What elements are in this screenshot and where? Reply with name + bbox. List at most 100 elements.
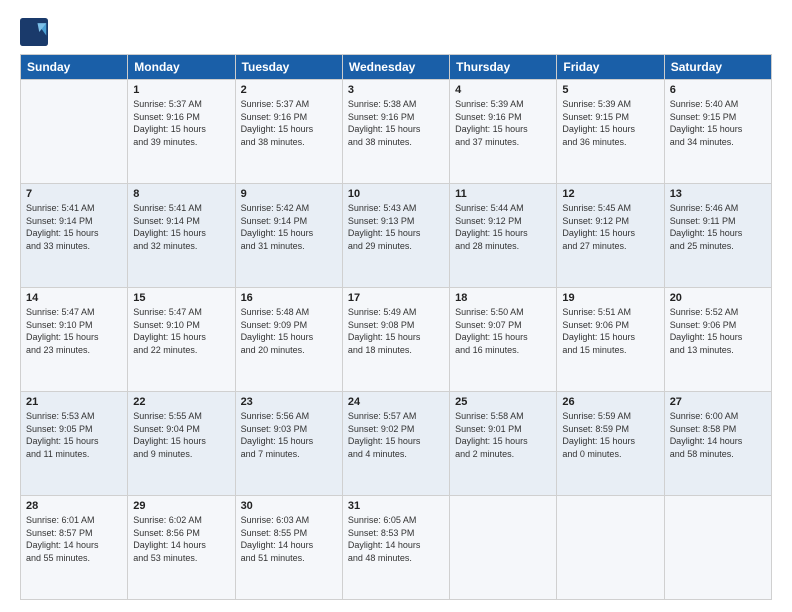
calendar-cell: 31 Sunrise: 6:05 AM Sunset: 8:53 PM Dayli… — [342, 496, 449, 600]
day-number: 31 — [348, 500, 444, 512]
header-row: SundayMondayTuesdayWednesdayThursdayFrid… — [21, 55, 772, 80]
day-number: 28 — [26, 500, 122, 512]
day-info: Sunrise: 6:01 AM Sunset: 8:57 PM Dayligh… — [26, 514, 122, 564]
day-info: Sunrise: 5:55 AM Sunset: 9:04 PM Dayligh… — [133, 410, 229, 460]
calendar-week: 1 Sunrise: 5:37 AM Sunset: 9:16 PM Daylig… — [21, 80, 772, 184]
day-number: 10 — [348, 188, 444, 200]
calendar-cell: 26 Sunrise: 5:59 AM Sunset: 8:59 PM Dayli… — [557, 392, 664, 496]
day-info: Sunrise: 5:42 AM Sunset: 9:14 PM Dayligh… — [241, 202, 337, 252]
calendar-cell: 8 Sunrise: 5:41 AM Sunset: 9:14 PM Daylig… — [128, 184, 235, 288]
day-number: 16 — [241, 292, 337, 304]
day-info: Sunrise: 5:48 AM Sunset: 9:09 PM Dayligh… — [241, 306, 337, 356]
day-number: 27 — [670, 396, 766, 408]
day-info: Sunrise: 5:46 AM Sunset: 9:11 PM Dayligh… — [670, 202, 766, 252]
header-day: Sunday — [21, 55, 128, 80]
calendar-cell: 24Sunrise: 5:57 AM Sunset: 9:02 PM Dayli… — [342, 392, 449, 496]
day-info: Sunrise: 5:39 AM Sunset: 9:15 PM Dayligh… — [562, 98, 658, 148]
calendar-cell: 11Sunrise: 5:44 AM Sunset: 9:12 PM Dayli… — [450, 184, 557, 288]
day-info: Sunrise: 6:03 AM Sunset: 8:55 PM Dayligh… — [241, 514, 337, 564]
day-info: Sunrise: 5:59 AM Sunset: 8:59 PM Dayligh… — [562, 410, 658, 460]
day-number: 19 — [562, 292, 658, 304]
day-info: Sunrise: 5:41 AM Sunset: 9:14 PM Dayligh… — [133, 202, 229, 252]
day-info: Sunrise: 6:02 AM Sunset: 8:56 PM Dayligh… — [133, 514, 229, 564]
day-number: 9 — [241, 188, 337, 200]
day-number: 8 — [133, 188, 229, 200]
day-number: 26 — [562, 396, 658, 408]
calendar-cell — [21, 80, 128, 184]
day-number: 4 — [455, 84, 551, 96]
calendar-week: 28 Sunrise: 6:01 AM Sunset: 8:57 PM Dayli… — [21, 496, 772, 600]
day-info: Sunrise: 5:43 AM Sunset: 9:13 PM Dayligh… — [348, 202, 444, 252]
day-info: Sunrise: 5:49 AM Sunset: 9:08 PM Dayligh… — [348, 306, 444, 356]
day-number: 14 — [26, 292, 122, 304]
calendar-cell: 13 Sunrise: 5:46 AM Sunset: 9:11 PM Dayli… — [664, 184, 771, 288]
day-info: Sunrise: 5:45 AM Sunset: 9:12 PM Dayligh… — [562, 202, 658, 252]
calendar-cell: 23 Sunrise: 5:56 AM Sunset: 9:03 PM Dayli… — [235, 392, 342, 496]
calendar-cell — [664, 496, 771, 600]
logo-icon — [20, 18, 48, 46]
day-info: Sunrise: 5:37 AM Sunset: 9:16 PM Dayligh… — [133, 98, 229, 148]
day-info: Sunrise: 5:41 AM Sunset: 9:14 PM Dayligh… — [26, 202, 122, 252]
calendar-week: 14 Sunrise: 5:47 AM Sunset: 9:10 PM Dayli… — [21, 288, 772, 392]
day-info: Sunrise: 5:38 AM Sunset: 9:16 PM Dayligh… — [348, 98, 444, 148]
day-info: Sunrise: 5:47 AM Sunset: 9:10 PM Dayligh… — [26, 306, 122, 356]
calendar-cell: 5 Sunrise: 5:39 AM Sunset: 9:15 PM Daylig… — [557, 80, 664, 184]
calendar-cell: 28 Sunrise: 6:01 AM Sunset: 8:57 PM Dayli… — [21, 496, 128, 600]
calendar-cell: 10 Sunrise: 5:43 AM Sunset: 9:13 PM Dayli… — [342, 184, 449, 288]
day-number: 23 — [241, 396, 337, 408]
day-number: 15 — [133, 292, 229, 304]
day-number: 6 — [670, 84, 766, 96]
calendar-cell: 3 Sunrise: 5:38 AM Sunset: 9:16 PM Daylig… — [342, 80, 449, 184]
calendar-cell: 14 Sunrise: 5:47 AM Sunset: 9:10 PM Dayli… — [21, 288, 128, 392]
calendar-cell: 12 Sunrise: 5:45 AM Sunset: 9:12 PM Dayli… — [557, 184, 664, 288]
day-info: Sunrise: 5:56 AM Sunset: 9:03 PM Dayligh… — [241, 410, 337, 460]
day-info: Sunrise: 6:05 AM Sunset: 8:53 PM Dayligh… — [348, 514, 444, 564]
calendar-table: SundayMondayTuesdayWednesdayThursdayFrid… — [20, 54, 772, 600]
calendar-week: 7 Sunrise: 5:41 AM Sunset: 9:14 PM Daylig… — [21, 184, 772, 288]
day-number: 29 — [133, 500, 229, 512]
day-info: Sunrise: 5:44 AM Sunset: 9:12 PM Dayligh… — [455, 202, 551, 252]
calendar-cell: 7 Sunrise: 5:41 AM Sunset: 9:14 PM Daylig… — [21, 184, 128, 288]
day-info: Sunrise: 5:58 AM Sunset: 9:01 PM Dayligh… — [455, 410, 551, 460]
day-number: 3 — [348, 84, 444, 96]
day-info: Sunrise: 5:40 AM Sunset: 9:15 PM Dayligh… — [670, 98, 766, 148]
calendar-cell — [450, 496, 557, 600]
logo — [20, 18, 52, 46]
calendar-cell: 18Sunrise: 5:50 AM Sunset: 9:07 PM Dayli… — [450, 288, 557, 392]
header-day: Friday — [557, 55, 664, 80]
day-number: 25 — [455, 396, 551, 408]
calendar-cell: 30 Sunrise: 6:03 AM Sunset: 8:55 PM Dayli… — [235, 496, 342, 600]
day-number: 7 — [26, 188, 122, 200]
calendar-cell: 16 Sunrise: 5:48 AM Sunset: 9:09 PM Dayli… — [235, 288, 342, 392]
page: SundayMondayTuesdayWednesdayThursdayFrid… — [0, 0, 792, 612]
day-info: Sunrise: 5:51 AM Sunset: 9:06 PM Dayligh… — [562, 306, 658, 356]
calendar-cell: 20Sunrise: 5:52 AM Sunset: 9:06 PM Dayli… — [664, 288, 771, 392]
calendar-cell: 4 Sunrise: 5:39 AM Sunset: 9:16 PM Daylig… — [450, 80, 557, 184]
calendar-cell: 19 Sunrise: 5:51 AM Sunset: 9:06 PM Dayli… — [557, 288, 664, 392]
calendar-cell: 1 Sunrise: 5:37 AM Sunset: 9:16 PM Daylig… — [128, 80, 235, 184]
day-number: 21 — [26, 396, 122, 408]
day-info: Sunrise: 5:57 AM Sunset: 9:02 PM Dayligh… — [348, 410, 444, 460]
day-number: 12 — [562, 188, 658, 200]
calendar-week: 21Sunrise: 5:53 AM Sunset: 9:05 PM Dayli… — [21, 392, 772, 496]
header-day: Tuesday — [235, 55, 342, 80]
calendar-cell: 6 Sunrise: 5:40 AM Sunset: 9:15 PM Daylig… — [664, 80, 771, 184]
day-number: 22 — [133, 396, 229, 408]
day-info: Sunrise: 5:37 AM Sunset: 9:16 PM Dayligh… — [241, 98, 337, 148]
day-info: Sunrise: 5:47 AM Sunset: 9:10 PM Dayligh… — [133, 306, 229, 356]
calendar-cell — [557, 496, 664, 600]
header-day: Monday — [128, 55, 235, 80]
calendar-cell: 27Sunrise: 6:00 AM Sunset: 8:58 PM Dayli… — [664, 392, 771, 496]
day-number: 1 — [133, 84, 229, 96]
calendar-cell: 22 Sunrise: 5:55 AM Sunset: 9:04 PM Dayli… — [128, 392, 235, 496]
calendar-cell: 15 Sunrise: 5:47 AM Sunset: 9:10 PM Dayli… — [128, 288, 235, 392]
calendar-cell: 17Sunrise: 5:49 AM Sunset: 9:08 PM Dayli… — [342, 288, 449, 392]
calendar-cell: 25 Sunrise: 5:58 AM Sunset: 9:01 PM Dayli… — [450, 392, 557, 496]
day-number: 30 — [241, 500, 337, 512]
calendar-cell: 29 Sunrise: 6:02 AM Sunset: 8:56 PM Dayli… — [128, 496, 235, 600]
day-number: 20 — [670, 292, 766, 304]
day-number: 5 — [562, 84, 658, 96]
day-number: 13 — [670, 188, 766, 200]
day-info: Sunrise: 5:39 AM Sunset: 9:16 PM Dayligh… — [455, 98, 551, 148]
calendar-cell: 9 Sunrise: 5:42 AM Sunset: 9:14 PM Daylig… — [235, 184, 342, 288]
